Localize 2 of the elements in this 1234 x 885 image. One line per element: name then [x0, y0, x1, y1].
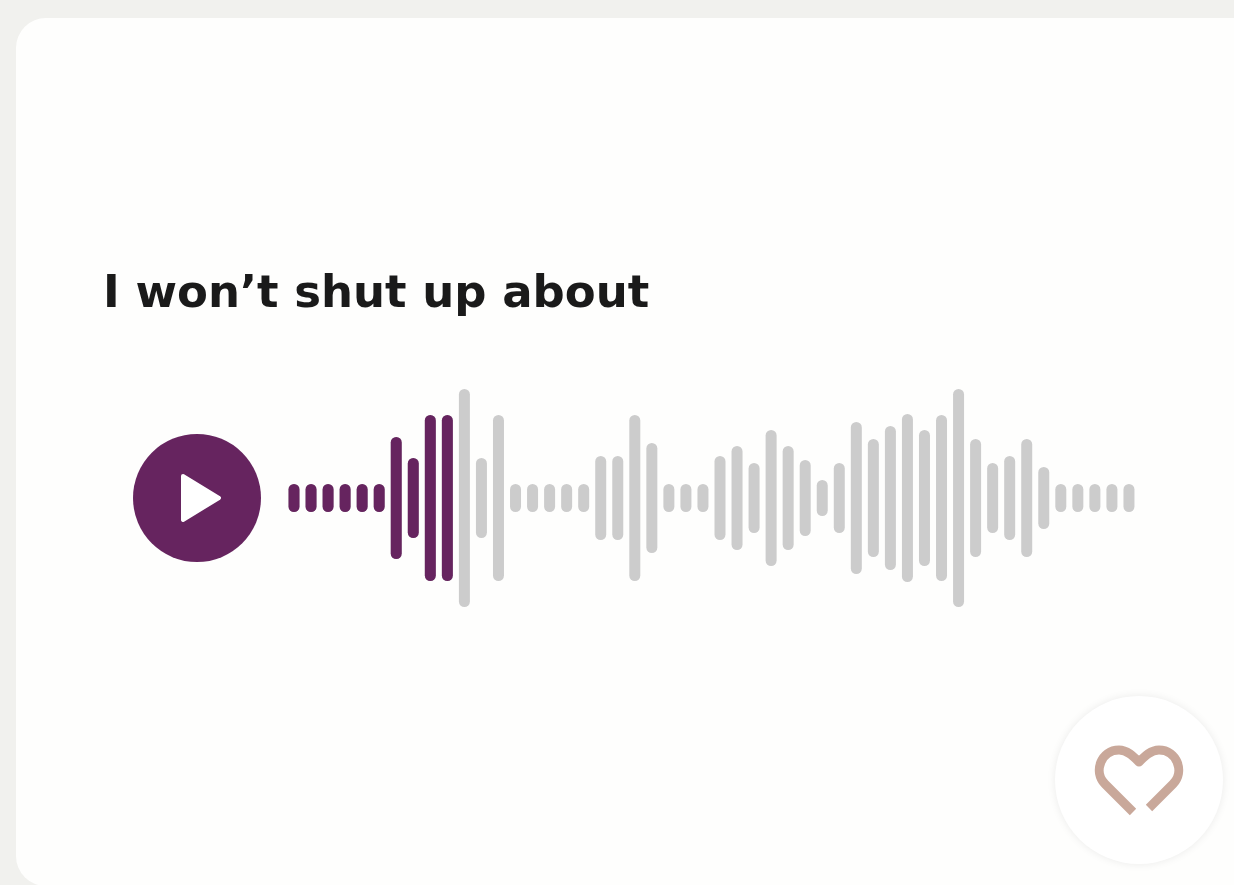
prompt-title: I won’t shut up about — [103, 266, 651, 318]
play-icon — [179, 472, 223, 524]
